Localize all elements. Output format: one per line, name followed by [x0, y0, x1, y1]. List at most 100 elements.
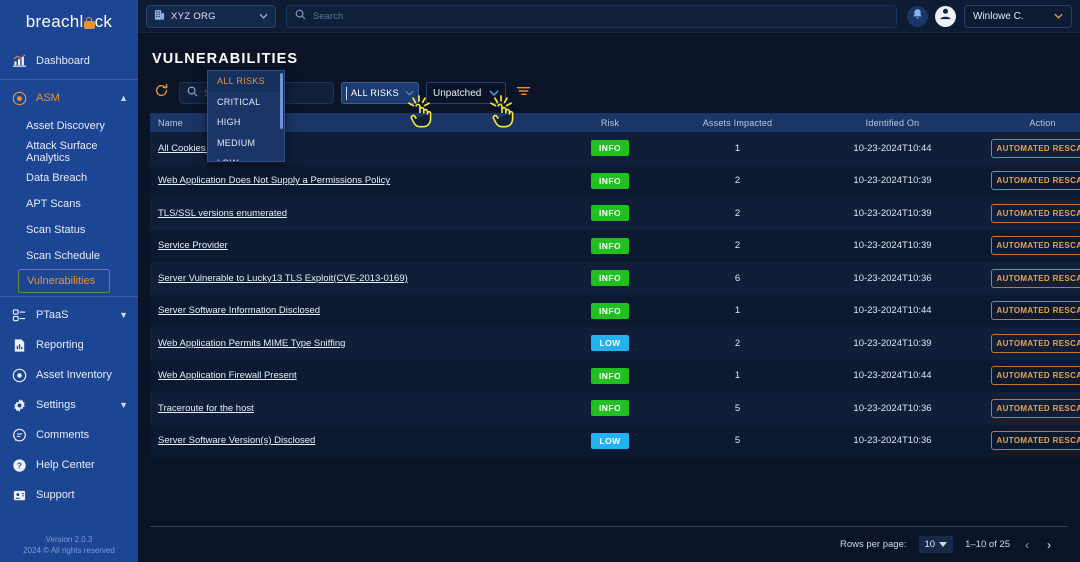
notification-bell-button[interactable]	[907, 5, 928, 27]
table-row[interactable]: Service Provider INFO 2 10-23-2024T10:39 AUT…	[150, 229, 1080, 263]
automated-rescan-button[interactable]: AUTOMATED RESCAN	[991, 366, 1080, 386]
risk-filter-dropdown-menu[interactable]: ALL RISKS CRITICAL HIGH MEDIUM LOW	[207, 70, 285, 162]
chevron-up-icon: ▲	[119, 93, 128, 103]
sidebar-item-vulnerabilities[interactable]: Vulnerabilities	[18, 269, 110, 293]
sidebar-item-comments[interactable]: Comments	[0, 420, 138, 450]
refresh-button[interactable]	[150, 82, 172, 104]
sidebar-item-settings[interactable]: Settings ▼	[0, 390, 138, 420]
sidebar-item-scan-status[interactable]: Scan Status	[0, 217, 138, 243]
action-cell: AUTOMATED RESCAN	[980, 360, 1080, 393]
automated-rescan-button[interactable]: AUTOMATED RESCAN	[991, 203, 1080, 223]
sidebar-item-attack-surface-analytics[interactable]: Attack Surface Analytics	[0, 139, 138, 165]
action-cell: AUTOMATED RESCAN	[980, 327, 1080, 360]
user-icon	[938, 6, 953, 26]
sidebar-item-scan-schedule[interactable]: Scan Schedule	[0, 243, 138, 269]
table-row[interactable]: Server Software Version(s) Disclosed LOW 5…	[150, 424, 1080, 458]
sidebar: breachl ck Dashboard ASM ▲ Asset Discove…	[0, 0, 138, 562]
risk-option-medium[interactable]: MEDIUM	[208, 133, 284, 154]
risk-option-all-risks[interactable]: ALL RISKS	[208, 71, 284, 92]
vulnerability-name-link[interactable]: Web Application Firewall Present	[150, 360, 550, 393]
sidebar-item-asset-inventory[interactable]: Asset Inventory	[0, 360, 138, 390]
identified-on-cell: 10-23-2024T10:44	[853, 305, 932, 317]
chart-bar-icon	[10, 52, 28, 70]
table-row[interactable]: Web Application Permits MIME Type Sniffi…	[150, 327, 1080, 360]
table-header: Name Risk Assets Impacted Identified On …	[150, 113, 1080, 132]
risk-option-low[interactable]: LOW	[208, 153, 284, 161]
automated-rescan-button[interactable]: AUTOMATED RESCAN	[991, 333, 1080, 353]
table-row[interactable]: All Cookies found INFO 1 10-23-2024T10:44 AU…	[150, 132, 1080, 165]
table-row[interactable]: TLS/SSL versions enumerated INFO 2 10-23-20…	[150, 197, 1080, 230]
automated-rescan-button[interactable]: AUTOMATED RESCAN	[991, 431, 1080, 451]
brand-logo[interactable]: breachl ck	[0, 0, 138, 40]
table-row[interactable]: Server Software Information Disclosed INF…	[150, 294, 1080, 328]
org-selector[interactable]: XYZ ORG	[146, 4, 276, 28]
layers-icon	[10, 306, 28, 324]
sidebar-label: Help Center	[36, 459, 95, 471]
sort-filter-button[interactable]	[513, 83, 533, 103]
vulnerability-name-link[interactable]: Web Application Does Not Supply a Permis…	[150, 165, 550, 198]
column-header-risk[interactable]: Risk	[550, 113, 670, 132]
automated-rescan-button[interactable]: AUTOMATED RESCAN	[991, 301, 1080, 321]
chevron-left-icon[interactable]: ‹	[1022, 538, 1032, 552]
vulnerability-name-link[interactable]: Server Software Version(s) Disclosed	[150, 425, 550, 458]
risk-badge: INFO	[591, 302, 629, 319]
sidebar-item-data-breach[interactable]: Data Breach	[0, 165, 138, 191]
global-search-input[interactable]	[313, 10, 888, 22]
action-cell: AUTOMATED RESCAN	[980, 392, 1080, 425]
action-cell: AUTOMATED RESCAN	[980, 230, 1080, 263]
sidebar-item-reporting[interactable]: Reporting	[0, 330, 138, 360]
risk-badge: INFO	[591, 140, 629, 157]
vulnerability-name-link[interactable]: Web Application Permits MIME Type Sniffi…	[150, 327, 550, 360]
text-caret	[346, 87, 347, 100]
sidebar-item-asm[interactable]: ASM ▲	[0, 83, 138, 113]
risk-filter-select[interactable]: ALL RISKS	[341, 82, 419, 104]
vulnerability-name-link[interactable]: Traceroute for the host	[150, 392, 550, 425]
avatar[interactable]	[935, 5, 956, 27]
column-header-assets-impacted[interactable]: Assets Impacted	[670, 113, 805, 132]
chevron-right-icon[interactable]: ›	[1044, 538, 1054, 552]
sidebar-label: Asset Discovery	[26, 120, 105, 132]
risk-option-high[interactable]: HIGH	[208, 112, 284, 133]
pagination-range: 1–10 of 25	[965, 539, 1010, 550]
table-row[interactable]: Traceroute for the host INFO 5 10-23-2024T1…	[150, 392, 1080, 425]
risk-cell: INFO	[550, 230, 670, 263]
sidebar-item-dashboard[interactable]: Dashboard	[0, 46, 138, 76]
sidebar-footer: Version 2.0.3 2024 © All rights reserved	[0, 534, 138, 562]
risk-cell: INFO	[550, 132, 670, 165]
sidebar-label: Support	[36, 489, 75, 501]
version-text: Version 2.0.3	[45, 535, 93, 544]
action-cell: AUTOMATED RESCAN	[980, 165, 1080, 198]
sidebar-label: Scan Status	[26, 224, 86, 236]
column-header-identified-on[interactable]: Identified On	[805, 113, 980, 132]
automated-rescan-button[interactable]: AUTOMATED RESCAN	[991, 268, 1080, 288]
sidebar-item-asset-discovery[interactable]: Asset Discovery	[0, 113, 138, 139]
sidebar-item-help-center[interactable]: ? Help Center	[0, 450, 138, 480]
automated-rescan-button[interactable]: AUTOMATED RESCAN	[991, 138, 1080, 158]
rows-per-page-select[interactable]: 10	[918, 536, 954, 553]
svg-text:?: ?	[16, 460, 21, 470]
sidebar-item-apt-scans[interactable]: APT Scans	[0, 191, 138, 217]
sidebar-item-support[interactable]: Support	[0, 480, 138, 510]
vulnerability-name-link[interactable]: Server Vulnerable to Lucky13 TLS Exploit…	[150, 262, 550, 295]
global-search[interactable]	[286, 4, 897, 28]
table-header-row: Name Risk Assets Impacted Identified On …	[150, 113, 1080, 132]
identified-on-cell: 10-23-2024T10:39	[853, 240, 932, 252]
automated-rescan-button[interactable]: AUTOMATED RESCAN	[991, 236, 1080, 256]
action-cell: AUTOMATED RESCAN	[980, 197, 1080, 230]
automated-rescan-button[interactable]: AUTOMATED RESCAN	[991, 398, 1080, 418]
table-row[interactable]: Web Application Does Not Supply a Permis…	[150, 164, 1080, 198]
sidebar-item-ptaas[interactable]: PTaaS ▼	[0, 300, 138, 330]
sidebar-label: Data Breach	[26, 172, 88, 184]
risk-option-critical[interactable]: CRITICAL	[208, 92, 284, 113]
table-row[interactable]: Web Application Firewall Present INFO 1 10-…	[150, 359, 1080, 393]
automated-rescan-button[interactable]: AUTOMATED RESCAN	[991, 171, 1080, 191]
risk-cell: INFO	[550, 262, 670, 295]
dropdown-scrollbar[interactable]	[280, 73, 283, 129]
vulnerability-name-link[interactable]: Server Software Information Disclosed	[150, 295, 550, 328]
table-row[interactable]: Server Vulnerable to Lucky13 TLS Exploit…	[150, 262, 1080, 295]
user-menu[interactable]: Winlowe C.	[964, 4, 1072, 28]
vulnerability-name-link[interactable]: TLS/SSL versions enumerated	[150, 197, 550, 230]
user-name: Winlowe C.	[973, 10, 1024, 22]
state-filter-select[interactable]: Unpatched	[426, 82, 506, 104]
vulnerability-name-link[interactable]: Service Provider	[150, 230, 550, 263]
